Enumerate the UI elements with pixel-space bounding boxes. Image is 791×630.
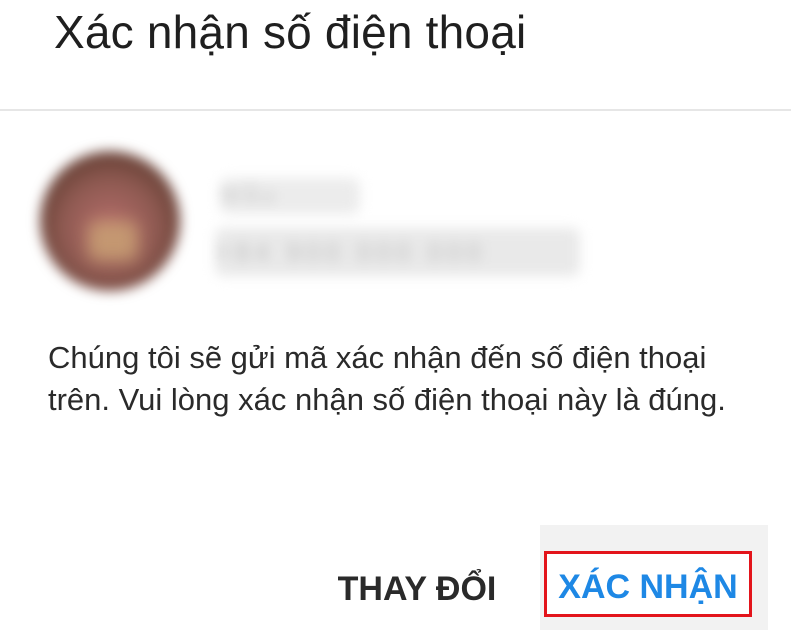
- dialog-title: Xác nhận số điện thoại: [54, 6, 527, 58]
- change-button[interactable]: THAY ĐỔI: [324, 560, 510, 618]
- account-phone-number: +84 900 000 000: [215, 228, 580, 276]
- confirmation-message: Chúng tôi sẽ gửi mã xác nhận đến số điện…: [48, 340, 726, 417]
- confirm-button[interactable]: XÁC NHẬN: [544, 551, 752, 617]
- account-row: Mẫu +84 900 000 000: [0, 111, 791, 321]
- avatar-detail: [88, 221, 138, 261]
- confirm-phone-dialog: Xác nhận số điện thoại Mẫu +84 900 000 0…: [0, 0, 791, 630]
- account-name: Mẫu: [220, 178, 360, 214]
